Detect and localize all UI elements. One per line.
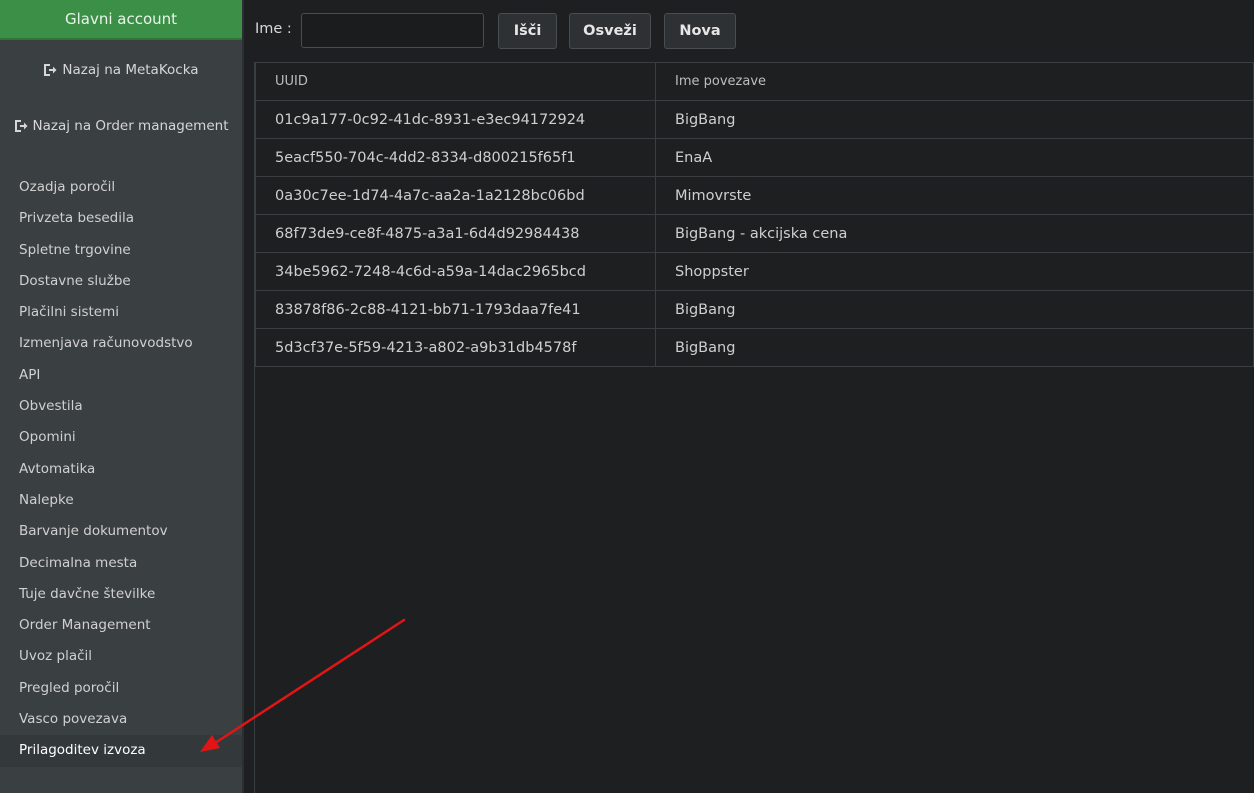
main-content: Ime : Išči Osveži Nova UUID Ime povezave… (244, 0, 1254, 793)
search-button[interactable]: Išči (498, 13, 557, 49)
menu-item[interactable]: Nalepke (0, 485, 242, 516)
cell-uuid: 83878f86-2c88-4121-bb71-1793daa7fe41 (255, 290, 656, 329)
main-account-button[interactable]: Glavni account (0, 0, 242, 40)
cell-name: BigBang (655, 100, 1254, 139)
sidebar: Glavni account Nazaj na MetaKocka Nazaj … (0, 0, 244, 793)
menu-item[interactable]: Privzeta besedila (0, 203, 242, 234)
table-row[interactable]: 83878f86-2c88-4121-bb71-1793daa7fe41 Big… (255, 290, 1254, 329)
column-header-uuid[interactable]: UUID (255, 62, 656, 101)
sign-out-icon (14, 120, 27, 132)
back-to-order-management-link[interactable]: Nazaj na Order management (0, 118, 242, 134)
cell-uuid: 68f73de9-ce8f-4875-a3a1-6d4d92984438 (255, 214, 656, 253)
menu-item[interactable]: Opomini (0, 422, 242, 453)
menu-item[interactable]: API (0, 360, 242, 391)
menu-item[interactable]: Order Management (0, 610, 242, 641)
back-to-metakocka-label: Nazaj na MetaKocka (62, 62, 199, 78)
cell-name: Mimovrste (655, 176, 1254, 215)
menu-item[interactable]: Pregled poročil (0, 673, 242, 704)
table-row[interactable]: 34be5962-7248-4c6d-a59a-14dac2965bcd Sho… (255, 252, 1254, 291)
refresh-button[interactable]: Osveži (569, 13, 651, 49)
menu-item[interactable]: Barvanje dokumentov (0, 516, 242, 547)
menu-item[interactable]: Obvestila (0, 391, 242, 422)
cell-uuid: 0a30c7ee-1d74-4a7c-aa2a-1a2128bc06bd (255, 176, 656, 215)
table-row[interactable]: 0a30c7ee-1d74-4a7c-aa2a-1a2128bc06bd Mim… (255, 176, 1254, 215)
settings-menu: Ozadja poročil Privzeta besedila Spletne… (0, 172, 242, 767)
column-header-name[interactable]: Ime povezave (655, 62, 1254, 101)
table-row[interactable]: 01c9a177-0c92-41dc-8931-e3ec94172924 Big… (255, 100, 1254, 139)
menu-item[interactable]: Dostavne službe (0, 266, 242, 297)
toolbar: Ime : Išči Osveži Nova (244, 0, 1254, 62)
table-row[interactable]: 5eacf550-704c-4dd2-8334-d800215f65f1 Ena… (255, 138, 1254, 177)
menu-item[interactable]: Ozadja poročil (0, 172, 242, 203)
menu-item[interactable]: Uvoz plačil (0, 641, 242, 672)
cell-name: BigBang (655, 290, 1254, 329)
table-row[interactable]: 68f73de9-ce8f-4875-a3a1-6d4d92984438 Big… (255, 214, 1254, 253)
new-button[interactable]: Nova (664, 13, 736, 49)
menu-item-active[interactable]: Prilagoditev izvoza (0, 735, 242, 767)
sign-out-icon (44, 64, 57, 76)
cell-uuid: 5d3cf37e-5f59-4213-a802-a9b31db4578f (255, 328, 656, 367)
menu-item[interactable]: Avtomatika (0, 454, 242, 485)
back-to-metakocka-link[interactable]: Nazaj na MetaKocka (0, 62, 242, 78)
menu-item[interactable]: Vasco povezava (0, 704, 242, 735)
table-row[interactable]: 5d3cf37e-5f59-4213-a802-a9b31db4578f Big… (255, 328, 1254, 367)
table-header-row: UUID Ime povezave (255, 62, 1254, 101)
connections-table: UUID Ime povezave 01c9a177-0c92-41dc-893… (255, 62, 1254, 367)
cell-name: Shoppster (655, 252, 1254, 291)
menu-item[interactable]: Spletne trgovine (0, 235, 242, 266)
menu-item[interactable]: Plačilni sistemi (0, 297, 242, 328)
cell-uuid: 34be5962-7248-4c6d-a59a-14dac2965bcd (255, 252, 656, 291)
cell-name: EnaA (655, 138, 1254, 177)
name-search-input[interactable] (301, 13, 484, 48)
cell-uuid: 01c9a177-0c92-41dc-8931-e3ec94172924 (255, 100, 656, 139)
name-label: Ime : (255, 21, 292, 37)
back-to-order-management-label: Nazaj na Order management (32, 118, 229, 134)
menu-item[interactable]: Izmenjava računovodstvo (0, 328, 242, 359)
cell-name: BigBang (655, 328, 1254, 367)
menu-item[interactable]: Tuje davčne številke (0, 579, 242, 610)
main-account-label: Glavni account (64, 10, 178, 28)
cell-uuid: 5eacf550-704c-4dd2-8334-d800215f65f1 (255, 138, 656, 177)
connections-table-container: UUID Ime povezave 01c9a177-0c92-41dc-893… (254, 62, 1254, 793)
menu-item[interactable]: Decimalna mesta (0, 548, 242, 579)
cell-name: BigBang - akcijska cena (655, 214, 1254, 253)
